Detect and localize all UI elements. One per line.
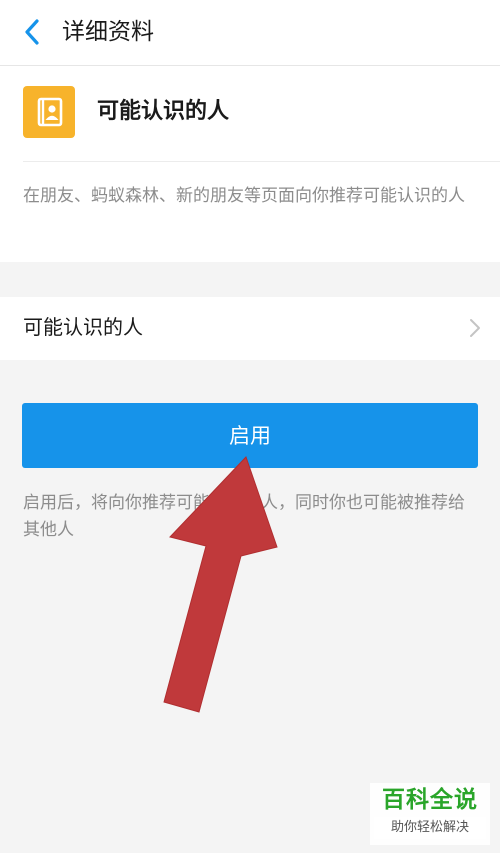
watermark-title: 百科全说 — [382, 787, 478, 813]
contact-book-icon — [23, 86, 75, 138]
watermark-subtitle: 助你轻松解决 — [374, 817, 486, 839]
header-bar: 详细资料 — [0, 0, 500, 66]
row-label: 可能认识的人 — [23, 315, 143, 339]
feature-description: 在朋友、蚂蚁森林、新的朋友等页面向你推荐可能认识的人 — [23, 186, 465, 206]
details-page: 详细资料 可能认识的人 在朋友、蚂蚁森林、新的朋友等页面向你推荐可能认识的人 可… — [0, 0, 500, 853]
people-you-may-know-row[interactable]: 可能认识的人 — [0, 297, 500, 360]
chevron-left-icon — [25, 19, 39, 45]
divider — [23, 161, 500, 162]
page-title: 详细资料 — [62, 19, 154, 45]
chevron-right-icon — [470, 319, 480, 337]
watermark-logo: 百科全说 助你轻松解决 — [370, 783, 490, 845]
enable-note: 启用后，将向你推荐可能认识的人，同时你也可能被推荐给其他人 — [23, 493, 465, 540]
feature-info-card: 可能认识的人 在朋友、蚂蚁森林、新的朋友等页面向你推荐可能认识的人 — [0, 66, 500, 262]
back-button[interactable] — [14, 14, 50, 50]
feature-title: 可能认识的人 — [97, 99, 230, 124]
enable-button[interactable]: 启用 — [22, 403, 478, 468]
